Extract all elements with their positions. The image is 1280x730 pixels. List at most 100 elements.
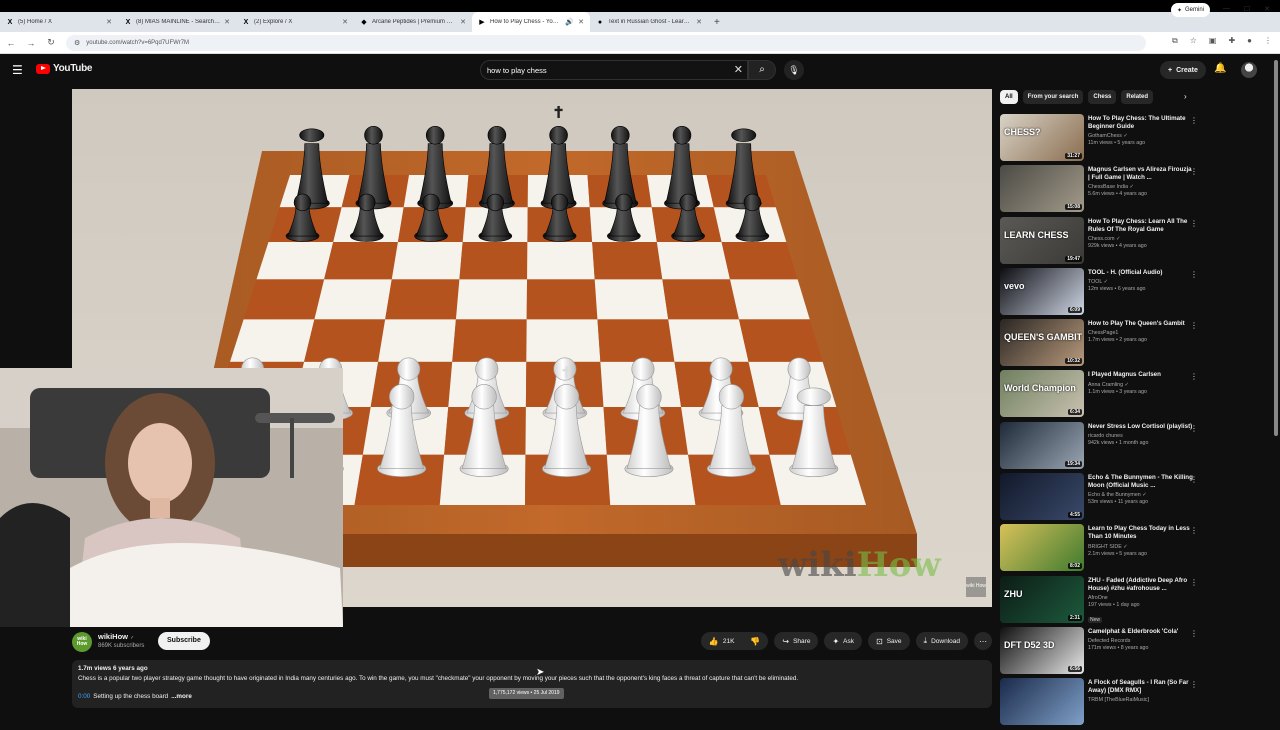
profile-icon[interactable]: ● — [1247, 36, 1252, 46]
download-button[interactable]: ⤓ Download — [915, 632, 968, 650]
channel-name[interactable]: wikiHow ✓ — [98, 632, 134, 641]
close-window-icon[interactable]: ✕ — [1264, 5, 1270, 13]
tab-close-icon[interactable]: ✕ — [224, 18, 230, 26]
sidepanel-icon[interactable]: ▣ — [1209, 36, 1217, 46]
video-thumbnail[interactable]: World Champion 6:34 — [1000, 370, 1084, 418]
browser-tab[interactable]: ◆ Arcane Peptides | Premium Re... ✕ — [354, 12, 472, 32]
video-title[interactable]: Echo & The Bunnymen - The Killing Moon (… — [1088, 474, 1194, 490]
video-channel[interactable]: TRBM [TheBlueRaiMusic] — [1088, 697, 1194, 703]
chapter-timestamp[interactable]: 0:00 — [78, 693, 90, 700]
clear-search-icon[interactable]: ✕ — [734, 63, 743, 76]
video-channel[interactable]: ricardo chunes — [1088, 433, 1194, 439]
video-channel[interactable]: ChessPage1 — [1088, 330, 1194, 336]
video-title[interactable]: TOOL - H. (Official Audio) — [1088, 269, 1194, 277]
video-channel[interactable]: BRIGHT SIDE ✓ — [1088, 544, 1194, 550]
search-input[interactable]: how to play chess ✕ — [480, 60, 748, 80]
video-thumbnail[interactable]: 15:08 — [1000, 165, 1084, 213]
new-tab-button[interactable]: + — [714, 17, 720, 28]
tab-close-icon[interactable]: ✕ — [696, 18, 702, 26]
recommended-video[interactable]: ZHU 2:31 ZHU - Faded (Addictive Deep Afro … — [1000, 575, 1206, 627]
video-channel[interactable]: Echo & the Bunnymen ✓ — [1088, 492, 1194, 498]
video-title[interactable]: A Flock of Seagulls - I Ran (So Far Away… — [1088, 679, 1194, 695]
filter-chip[interactable]: Related — [1121, 90, 1154, 104]
tab-close-icon[interactable]: ✕ — [342, 18, 348, 26]
more-options-icon[interactable]: ⋮ — [1190, 321, 1198, 330]
url-bar[interactable]: ⚙ youtube.com/watch?v=6Pqd7UFWr7M — [66, 34, 1146, 51]
browser-tab[interactable]: X (2) Explore / X ✕ — [236, 12, 354, 32]
recommended-video[interactable]: A Flock of Seagulls - I Ran (So Far Away… — [1000, 678, 1206, 729]
recommended-video[interactable]: LEARN CHESS 19:47 How To Play Chess: Learn… — [1000, 216, 1206, 268]
video-channel[interactable]: TOOL ✓ — [1088, 279, 1194, 285]
share-button[interactable]: ↪ Share — [774, 632, 819, 650]
gemini-button[interactable]: ✦ Gemini — [1170, 3, 1210, 17]
more-options-icon[interactable]: ⋮ — [1190, 116, 1198, 125]
channel-avatar[interactable]: wiki How — [72, 632, 92, 652]
video-title[interactable]: How To Play Chess: The Ultimate Beginner… — [1088, 115, 1194, 131]
save-button[interactable]: ⊡ Save — [868, 632, 910, 650]
show-more-link[interactable]: ...more — [171, 693, 192, 700]
back-icon[interactable]: ← — [2, 38, 20, 48]
video-thumbnail[interactable]: QUEEN'S GAMBIT 10:32 — [1000, 319, 1084, 367]
recommended-video[interactable]: CHESS? 31:27 How To Play Chess: The Ultima… — [1000, 114, 1206, 165]
video-channel[interactable]: Chess.com ✓ — [1088, 236, 1194, 242]
recommended-video[interactable]: 15:08 Magnus Carlsen vs Alireza Firouzja … — [1000, 165, 1206, 216]
recommended-video[interactable]: 19:34 Never Stress Low Cortisol (playlist… — [1000, 421, 1206, 473]
video-thumbnail[interactable]: vevo 6:09 — [1000, 267, 1084, 315]
tab-close-icon[interactable]: ✕ — [460, 18, 466, 26]
more-options-icon[interactable]: ⋮ — [1190, 475, 1198, 484]
subscribe-button[interactable]: Subscribe — [158, 632, 210, 650]
video-title[interactable]: Camelphat & Elderbrook 'Cola' — [1088, 628, 1194, 636]
account-avatar[interactable] — [1241, 62, 1257, 78]
video-thumbnail[interactable] — [1000, 678, 1084, 726]
recommended-video[interactable]: 4:55 Echo & The Bunnymen - The Killing Mo… — [1000, 473, 1206, 524]
recommended-video[interactable]: vevo 6:09 TOOL - H. (Official Audio) TOOL ✓… — [1000, 267, 1206, 319]
video-title[interactable]: Magnus Carlsen vs Alireza Firouzja | Ful… — [1088, 166, 1194, 182]
notifications-bell-icon[interactable]: 🔔 — [1214, 63, 1226, 74]
browser-tab[interactable]: X (5) Home / X ✕ — [0, 12, 118, 32]
install-icon[interactable]: ⧉ — [1172, 36, 1178, 46]
forward-icon[interactable]: → — [22, 38, 40, 48]
menu-icon[interactable]: ☰ — [12, 63, 23, 77]
extensions-icon[interactable]: ✚ — [1228, 36, 1235, 46]
video-thumbnail[interactable]: 8:02 — [1000, 524, 1084, 572]
filter-chip[interactable]: All — [1000, 90, 1018, 104]
video-channel[interactable]: ChessBase India ✓ — [1088, 184, 1194, 190]
browser-tab[interactable]: X (8) MIAS MAINLINE - Search / X ✕ — [118, 12, 236, 32]
search-button[interactable]: ⌕ — [748, 60, 776, 80]
tab-close-icon[interactable]: ✕ — [578, 18, 584, 26]
video-title[interactable]: I Played Magnus Carlsen — [1088, 371, 1194, 379]
recommended-video[interactable]: 8:02 Learn to Play Chess Today in Less Th… — [1000, 524, 1206, 575]
video-thumbnail[interactable]: DFT D52 3D 6:56 — [1000, 626, 1084, 674]
minimize-icon[interactable]: — — [1223, 5, 1230, 13]
video-thumbnail[interactable]: CHESS? 31:27 — [1000, 114, 1084, 161]
more-options-icon[interactable]: ⋮ — [1190, 219, 1198, 228]
more-options-icon[interactable]: ⋮ — [1190, 526, 1198, 535]
reload-icon[interactable]: ↻ — [42, 37, 60, 48]
browser-tab[interactable]: ● Text in Russian Ghost - Learn R... ✕ — [590, 12, 708, 32]
browser-tab[interactable]: ▶ How to Play Chess - YouTube 🔊 ✕ — [472, 12, 590, 32]
site-info-icon[interactable]: ⚙ — [74, 39, 80, 47]
video-title[interactable]: Learn to Play Chess Today in Less Than 1… — [1088, 525, 1194, 541]
video-thumbnail[interactable]: LEARN CHESS 19:47 — [1000, 216, 1084, 264]
more-options-icon[interactable]: ⋮ — [1190, 629, 1198, 638]
ask-button[interactable]: ✦ Ask — [824, 632, 862, 650]
bookmark-star-icon[interactable]: ☆ — [1190, 36, 1197, 46]
video-channel[interactable]: Anna Cramling ✓ — [1088, 382, 1194, 388]
chips-next-icon[interactable]: › — [1184, 92, 1187, 101]
youtube-logo[interactable]: YouTube — [36, 63, 93, 74]
dislike-button[interactable]: 👎 — [742, 632, 769, 650]
recommended-video[interactable]: QUEEN'S GAMBIT 10:32 How to Play The Queen… — [1000, 319, 1206, 370]
more-options-icon[interactable]: ⋮ — [1190, 372, 1198, 381]
browser-menu-icon[interactable]: ⋮ — [1264, 36, 1272, 46]
tab-audio-icon[interactable]: 🔊 — [565, 18, 574, 26]
more-options-icon[interactable]: ⋮ — [1190, 578, 1198, 587]
more-options-icon[interactable]: ⋮ — [1190, 424, 1198, 433]
create-button[interactable]: + Create — [1160, 61, 1206, 79]
filter-chip[interactable]: From your search — [1022, 90, 1084, 104]
video-title[interactable]: How to Play The Queen's Gambit — [1088, 320, 1194, 328]
video-channel[interactable]: GothamChess ✓ — [1088, 133, 1194, 139]
video-thumbnail[interactable]: 19:34 — [1000, 421, 1084, 469]
video-title[interactable]: Never Stress Low Cortisol (playlist) — [1088, 423, 1194, 431]
video-thumbnail[interactable]: 4:55 — [1000, 473, 1084, 521]
recommended-video[interactable]: DFT D52 3D 6:56 Camelphat & Elderbrook 'Co… — [1000, 626, 1206, 678]
